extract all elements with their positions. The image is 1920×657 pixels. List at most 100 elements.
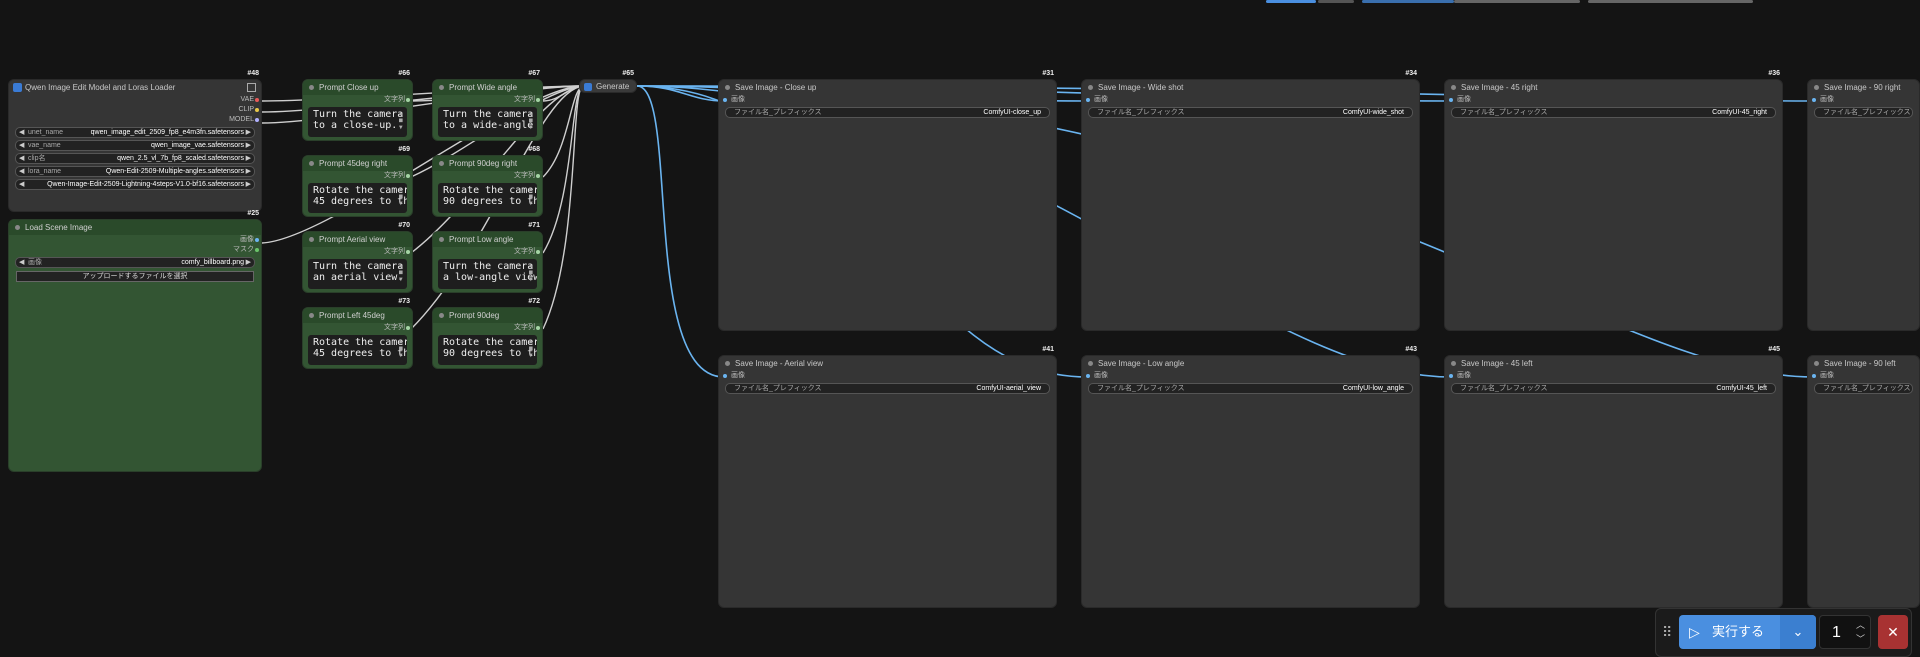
filename-prefix-field[interactable]: ファイル名_プレフィックス ComfyUI-aerial_view bbox=[725, 383, 1050, 394]
output-string[interactable]: 文字列 bbox=[303, 171, 412, 181]
save-image-node[interactable]: Save Image - 90 right 画像ファイル名_プレフィックス bbox=[1807, 79, 1920, 331]
filename-prefix-field[interactable]: ファイル名_プレフィックス bbox=[1814, 107, 1913, 118]
prompt-node[interactable]: #72 Prompt 90deg文字列 Rotate the camera 90 d… bbox=[432, 298, 543, 369]
input-image[interactable]: 画像 bbox=[1445, 95, 1782, 105]
lora-name-select[interactable]: ◀ lora_name Qwen-Edit-2509-Multiple-angles… bbox=[15, 166, 255, 177]
filename-prefix-field[interactable]: ファイル名_プレフィックス ComfyUI-close_up bbox=[725, 107, 1050, 118]
scroll-arrows-icon[interactable]: ▲ ■ ▼ bbox=[399, 110, 404, 132]
output-string[interactable]: 文字列 bbox=[303, 247, 412, 257]
scroll-arrows-icon[interactable]: ▲ ■ ▼ bbox=[399, 186, 404, 208]
output-image[interactable]: 画像 bbox=[9, 235, 261, 245]
output-string[interactable]: 文字列 bbox=[433, 171, 542, 181]
prompt-textarea[interactable]: Rotate the camera 90 degrees to the▲■▼ bbox=[438, 335, 537, 365]
filename-prefix-field[interactable]: ファイル名_プレフィックス bbox=[1814, 383, 1913, 394]
node-title[interactable]: Save Image - 90 right bbox=[1808, 80, 1919, 95]
input-image[interactable]: 画像 bbox=[1445, 371, 1782, 381]
input-image[interactable]: 画像 bbox=[1082, 371, 1419, 381]
unet-name-select[interactable]: ◀ unet_name qwen_image_edit_2509_fp8_e4m3f… bbox=[15, 127, 255, 138]
collapse-icon[interactable] bbox=[247, 83, 256, 92]
save-image-node[interactable]: #36 Save Image - 45 right 画像 ファイル名_プレフィックス C… bbox=[1444, 70, 1783, 331]
prompt-node[interactable]: #67 Prompt Wide angle 文字列 Turn the camera t… bbox=[432, 70, 543, 141]
node-title[interactable]: Prompt Aerial view bbox=[303, 232, 412, 247]
lora-name-2-select[interactable]: ◀ Qwen-Image-Edit-2509-Lightning-4steps-V… bbox=[15, 179, 255, 190]
cancel-button[interactable]: ✕ bbox=[1878, 615, 1908, 649]
node-title[interactable]: Save Image - Aerial view bbox=[719, 356, 1056, 371]
prompt-node[interactable]: #69 Prompt 45deg right 文字列 Rotate the camer… bbox=[302, 146, 413, 217]
save-image-node[interactable]: #45 Save Image - 45 left 画像 ファイル名_プレフィックス Co… bbox=[1444, 346, 1783, 608]
prompt-node[interactable]: #66 Prompt Close up 文字列 Turn the camera to … bbox=[302, 70, 413, 141]
node-title[interactable]: Load Scene Image bbox=[9, 220, 261, 235]
node-title[interactable]: Generate bbox=[580, 80, 636, 94]
node-title[interactable]: Prompt Left 45deg bbox=[303, 308, 412, 323]
run-options-chevron-icon[interactable]: ⌄ bbox=[1780, 615, 1816, 649]
output-model[interactable]: MODEL bbox=[9, 115, 261, 125]
run-button[interactable]: ▷ 実行する ⌄ bbox=[1679, 615, 1816, 649]
upload-button[interactable]: アップロードするファイルを選択 bbox=[16, 271, 254, 282]
load-image-node[interactable]: #25 Load Scene Image 画像 マスク ◀ 画像 comfy_bil… bbox=[8, 210, 262, 472]
scroll-arrows-icon[interactable]: ▲ ■ ▼ bbox=[399, 338, 404, 360]
increment-icon[interactable]: ︿ bbox=[1856, 621, 1865, 630]
node-title[interactable]: Qwen Image Edit Model and Loras Loader bbox=[9, 80, 261, 95]
output-string[interactable]: 文字列 bbox=[303, 323, 412, 333]
node-title[interactable]: Prompt 45deg right bbox=[303, 156, 412, 171]
node-title[interactable]: Prompt Low angle bbox=[433, 232, 542, 247]
save-image-node[interactable]: #31 Save Image - Close up 画像ファイル名_プレフィックス C… bbox=[718, 70, 1057, 331]
input-image[interactable]: 画像 bbox=[1808, 95, 1919, 105]
run-toolbar: ⠿ ▷ 実行する ⌄ 1 ︿ ﹀ ✕ bbox=[1655, 608, 1912, 657]
scroll-arrows-icon[interactable]: ▲ ■ ▼ bbox=[399, 262, 404, 284]
decrement-icon[interactable]: ﹀ bbox=[1856, 635, 1865, 644]
prompt-node[interactable]: #70 Prompt Aerial view 文字列 Turn the camera … bbox=[302, 222, 413, 293]
output-string[interactable]: 文字列 bbox=[433, 95, 542, 105]
node-title[interactable]: Save Image - Close up bbox=[719, 80, 1056, 95]
prompt-node[interactable]: #71 Prompt Low angle文字列 Turn the camera to… bbox=[432, 222, 543, 293]
output-string[interactable]: 文字列 bbox=[433, 323, 542, 333]
input-image[interactable]: 画像 bbox=[1082, 95, 1419, 105]
node-title[interactable]: Save Image - Wide shot bbox=[1082, 80, 1419, 95]
filename-prefix-field[interactable]: ファイル名_プレフィックス ComfyUI-wide_shot bbox=[1088, 107, 1413, 118]
drag-handle-icon[interactable]: ⠿ bbox=[1662, 624, 1672, 641]
save-image-node[interactable]: Save Image - 90 left 画像ファイル名_プレフィックス bbox=[1807, 355, 1920, 608]
model-loader-node[interactable]: #48 Qwen Image Edit Model and Loras Load… bbox=[8, 70, 262, 212]
image-file-select[interactable]: ◀ 画像 comfy_billboard.png ▶ bbox=[15, 257, 255, 268]
filename-prefix-field[interactable]: ファイル名_プレフィックス ComfyUI-45_right bbox=[1451, 107, 1776, 118]
prompt-textarea[interactable]: Turn the camera to a close-up. ▲ ■ ▼ bbox=[308, 107, 407, 137]
prompt-textarea[interactable]: Turn the camera to a wide-angle ▲ ■ ▼ bbox=[438, 107, 537, 137]
output-clip[interactable]: CLIP bbox=[9, 105, 261, 115]
node-title[interactable]: Prompt Wide angle bbox=[433, 80, 542, 95]
vae-name-select[interactable]: ◀ vae_name qwen_image_vae.safetensors ▶ bbox=[15, 140, 255, 151]
node-title[interactable]: Save Image - 90 left bbox=[1808, 356, 1919, 371]
scroll-arrows-icon[interactable]: ▲ ■ ▼ bbox=[529, 262, 534, 284]
filename-prefix-field[interactable]: ファイル名_プレフィックス ComfyUI-45_left bbox=[1451, 383, 1776, 394]
node-title[interactable]: Save Image - Low angle bbox=[1082, 356, 1419, 371]
filename-prefix-field[interactable]: ファイル名_プレフィックス ComfyUI-low_angle bbox=[1088, 383, 1413, 394]
input-image[interactable]: 画像 bbox=[719, 95, 1056, 105]
scroll-arrows-icon[interactable]: ▲ ■ ▼ bbox=[529, 338, 534, 360]
save-image-node[interactable]: #34 Save Image - Wide shot 画像 ファイル名_プレフィックス… bbox=[1081, 70, 1420, 331]
node-id: #31 bbox=[1042, 70, 1054, 77]
prompt-textarea[interactable]: Rotate the camera 45 degrees to the▲■▼ bbox=[308, 183, 407, 213]
node-title[interactable]: Save Image - 45 right bbox=[1445, 80, 1782, 95]
node-title[interactable]: Prompt 90deg bbox=[433, 308, 542, 323]
output-mask[interactable]: マスク bbox=[9, 245, 261, 255]
prompt-textarea[interactable]: Turn the camera to a low-angle view.▲■▼ bbox=[438, 259, 537, 289]
prompt-textarea[interactable]: Rotate the camera 45 degrees to the▲■▼ bbox=[308, 335, 407, 365]
scroll-arrows-icon[interactable]: ▲ ■ ▼ bbox=[529, 110, 534, 132]
output-vae[interactable]: VAE bbox=[9, 95, 261, 105]
prompt-textarea[interactable]: Rotate the camera 90 degrees to the▲■▼ bbox=[438, 183, 537, 213]
clip-name-select[interactable]: ◀ clip名 qwen_2.5_vl_7b_fp8_scaled.safetens… bbox=[15, 153, 255, 164]
node-title[interactable]: Prompt Close up bbox=[303, 80, 412, 95]
output-string[interactable]: 文字列 bbox=[433, 247, 542, 257]
prompt-node[interactable]: #68 Prompt 90deg right 文字列 Rotate the camer… bbox=[432, 146, 543, 217]
input-image[interactable]: 画像 bbox=[1808, 371, 1919, 381]
node-title[interactable]: Prompt 90deg right bbox=[433, 156, 542, 171]
prompt-node[interactable]: #73 Prompt Left 45deg文字列 Rotate the camera… bbox=[302, 298, 413, 369]
scroll-arrows-icon[interactable]: ▲ ■ ▼ bbox=[529, 186, 534, 208]
node-title[interactable]: Save Image - 45 left bbox=[1445, 356, 1782, 371]
input-image[interactable]: 画像 bbox=[719, 371, 1056, 381]
generate-node[interactable]: #65 Generate bbox=[579, 70, 637, 94]
save-image-node[interactable]: #43 Save Image - Low angle 画像 ファイル名_プレフィックス… bbox=[1081, 346, 1420, 608]
save-image-node[interactable]: #41 Save Image - Aerial view 画像 ファイル名_プレフィッ… bbox=[718, 346, 1057, 608]
prompt-textarea[interactable]: Turn the camera to an aerial view.▲■▼ bbox=[308, 259, 407, 289]
output-string[interactable]: 文字列 bbox=[303, 95, 412, 105]
batch-count-input[interactable]: 1 ︿ ﹀ bbox=[1819, 615, 1871, 649]
